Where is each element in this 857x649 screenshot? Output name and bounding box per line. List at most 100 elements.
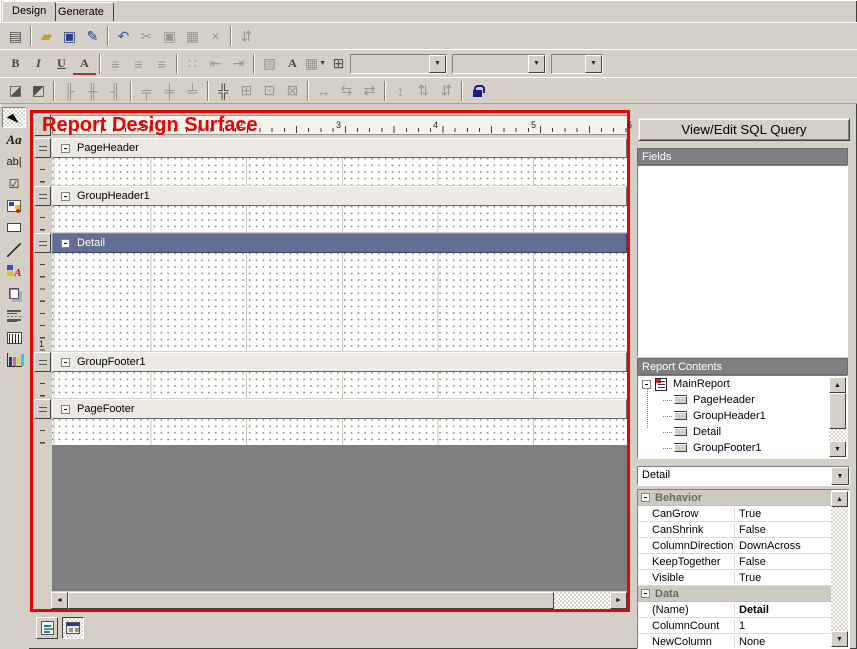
- property-row-columndirection[interactable]: ColumnDirection DownAcross: [638, 538, 832, 554]
- collapse-icon[interactable]: [61, 192, 70, 201]
- band-content-pagefooter[interactable]: [33, 419, 627, 445]
- send-to-back-button[interactable]: ◩: [27, 80, 50, 102]
- zoom-combo[interactable]: ▼: [551, 54, 603, 74]
- property-row-keeptogether[interactable]: KeepTogether False: [638, 554, 832, 570]
- scrollbar-track[interactable]: [554, 592, 610, 609]
- size-to-grid-button[interactable]: ⊞: [235, 80, 258, 102]
- band-canvas[interactable]: [52, 206, 627, 232]
- property-grid-scrollbar[interactable]: ▲ ▼: [831, 491, 848, 647]
- subreport-tool[interactable]: [2, 283, 26, 304]
- collapse-icon[interactable]: [61, 405, 70, 414]
- scroll-left-button[interactable]: ◄: [51, 592, 68, 609]
- align-center-button[interactable]: ≡: [127, 53, 150, 75]
- reorder-groups-button[interactable]: ⇵: [235, 25, 258, 47]
- tree-item-groupfooter1[interactable]: GroupFooter1: [638, 440, 847, 456]
- shape-tool[interactable]: [2, 217, 26, 238]
- combo-dropdown-button[interactable]: ▼: [528, 55, 545, 73]
- new-report-button[interactable]: ▤: [4, 25, 27, 47]
- explorer-view-button[interactable]: [36, 617, 58, 639]
- band-canvas[interactable]: [52, 372, 627, 398]
- space-evenly-vertical-button[interactable]: ↕: [389, 80, 412, 102]
- report-design-surface[interactable]: Report Design Surface 1 2 3 4 5 6 PageHe…: [30, 110, 630, 612]
- collapse-icon[interactable]: [61, 144, 70, 153]
- bring-to-front-button[interactable]: ◪: [4, 80, 27, 102]
- band-canvas[interactable]: [52, 253, 627, 351]
- align-lefts-button[interactable]: ╟: [58, 80, 81, 102]
- property-row-name[interactable]: (Name) Detail: [638, 602, 832, 618]
- rich-text-tool[interactable]: A: [2, 261, 26, 282]
- align-right-button[interactable]: ≡: [150, 53, 173, 75]
- property-row-newcolumn[interactable]: NewColumn None: [638, 634, 832, 649]
- scroll-down-button[interactable]: ▼: [829, 441, 846, 457]
- scrollbar-thumb[interactable]: [68, 592, 554, 609]
- label-tool[interactable]: Aa: [2, 129, 26, 150]
- band-handle[interactable]: [34, 233, 51, 253]
- tree-item-groupheader1[interactable]: GroupHeader1: [638, 408, 847, 424]
- band-header-pagefooter[interactable]: PageFooter: [33, 399, 627, 419]
- delete-button[interactable]: ×: [204, 25, 227, 47]
- property-row-columncount[interactable]: ColumnCount 1: [638, 618, 832, 634]
- bullets-button[interactable]: ∷: [181, 53, 204, 75]
- collapse-icon[interactable]: [641, 493, 650, 502]
- tree-scrollbar[interactable]: ▲ ▼: [829, 377, 846, 457]
- underline-button[interactable]: U: [50, 53, 73, 75]
- property-row-canshrink[interactable]: CanShrink False: [638, 522, 832, 538]
- combo-dropdown-button[interactable]: ▼: [585, 55, 602, 73]
- band-header-groupheader1[interactable]: GroupHeader1: [33, 186, 627, 206]
- tab-design[interactable]: Design: [2, 1, 56, 21]
- collapse-icon[interactable]: [641, 589, 650, 598]
- cut-button[interactable]: ✂: [135, 25, 158, 47]
- object-selector-combo[interactable]: Detail ▼: [637, 466, 850, 486]
- copy-button[interactable]: ▣: [158, 25, 181, 47]
- band-header-pageheader[interactable]: PageHeader: [33, 138, 627, 158]
- property-row-cangrow[interactable]: CanGrow True: [638, 506, 832, 522]
- grid-mode-button[interactable]: ⊞: [327, 53, 350, 75]
- font-size-combo[interactable]: ▼: [452, 54, 546, 74]
- tree-item-mainreport[interactable]: MainReport: [638, 376, 847, 392]
- property-row-visible[interactable]: Visible True: [638, 570, 832, 586]
- scroll-down-button[interactable]: ▼: [831, 631, 848, 647]
- line-tool[interactable]: [2, 239, 26, 260]
- scroll-up-button[interactable]: ▲: [831, 491, 848, 507]
- chart-tool[interactable]: [2, 349, 26, 370]
- scrollbar-track[interactable]: [829, 429, 846, 441]
- increase-vertical-space-button[interactable]: ⇵: [435, 80, 458, 102]
- font-name-combo[interactable]: ▼: [350, 54, 447, 74]
- checkbox-tool[interactable]: ☑: [2, 173, 26, 194]
- collapse-icon[interactable]: [61, 358, 70, 367]
- tab-generate[interactable]: Generate: [48, 2, 114, 21]
- decrease-horizontal-space-button[interactable]: ⇆: [335, 80, 358, 102]
- align-left-button[interactable]: ≡: [104, 53, 127, 75]
- property-value[interactable]: Detail: [735, 604, 832, 616]
- band-content-detail[interactable]: 1: [33, 253, 627, 351]
- align-bottoms-button[interactable]: ╧: [181, 80, 204, 102]
- scroll-up-button[interactable]: ▲: [829, 377, 846, 393]
- band-handle[interactable]: [34, 399, 51, 419]
- property-value[interactable]: True: [735, 572, 832, 584]
- band-header-detail[interactable]: Detail: [33, 233, 627, 253]
- collapse-icon[interactable]: [642, 380, 651, 389]
- fields-list[interactable]: [637, 165, 848, 357]
- lock-controls-button[interactable]: [466, 80, 489, 102]
- bold-button[interactable]: B: [4, 53, 27, 75]
- combo-dropdown-button[interactable]: ▼: [429, 55, 446, 73]
- properties-view-button[interactable]: [62, 617, 84, 639]
- band-content-groupfooter1[interactable]: [33, 372, 627, 398]
- scrollbar-track[interactable]: [831, 507, 848, 631]
- scrollbar-thumb[interactable]: [829, 393, 846, 429]
- tree-item-detail[interactable]: Detail: [638, 424, 847, 440]
- page-break-tool[interactable]: [2, 305, 26, 326]
- indent-button[interactable]: ⇥: [227, 53, 250, 75]
- decrease-vertical-space-button[interactable]: ⇅: [412, 80, 435, 102]
- align-centers-button[interactable]: ╫: [81, 80, 104, 102]
- space-evenly-horizontal-button[interactable]: ↔: [312, 80, 335, 102]
- band-content-groupheader1[interactable]: [33, 206, 627, 232]
- picture-tool[interactable]: [2, 195, 26, 216]
- band-header-groupfooter1[interactable]: GroupFooter1: [33, 352, 627, 372]
- collapse-icon[interactable]: [61, 239, 70, 248]
- band-canvas[interactable]: [52, 158, 627, 185]
- view-edit-sql-query-button[interactable]: View/Edit SQL Query: [638, 118, 850, 141]
- tree-item-pageheader[interactable]: PageHeader: [638, 392, 847, 408]
- snap-to-grid-button[interactable]: ╬: [212, 80, 235, 102]
- pointer-tool[interactable]: [2, 107, 26, 128]
